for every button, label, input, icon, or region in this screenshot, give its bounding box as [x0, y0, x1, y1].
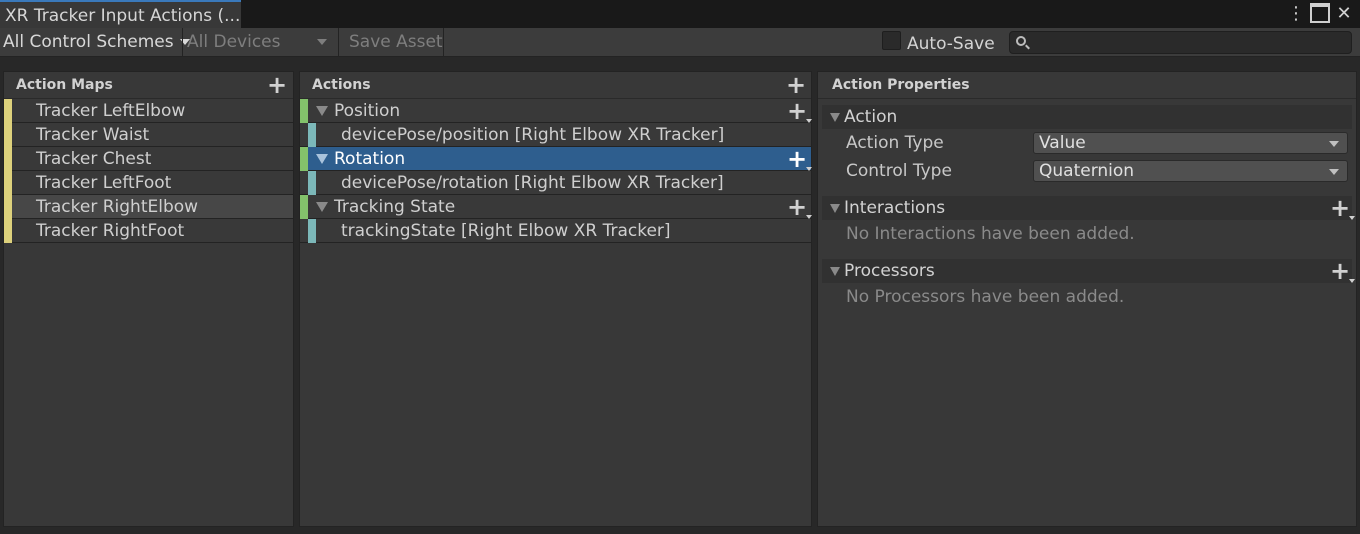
action-section-header[interactable]: Action	[822, 105, 1352, 129]
window-controls: ⋮ ✕	[1286, 3, 1354, 24]
action-map-item-selected[interactable]: Tracker RightElbow	[4, 195, 293, 219]
actions-tree: Position + devicePose/position [Right El…	[300, 99, 813, 243]
chevron-down-icon	[1329, 141, 1339, 147]
control-type-row: Control Type Quaternion	[818, 157, 1356, 185]
action-item[interactable]: Position +	[300, 99, 813, 123]
interactions-section-header[interactable]: Interactions +	[822, 196, 1356, 220]
more-vert-icon[interactable]: ⋮	[1286, 3, 1306, 24]
auto-save-label: Auto-Save	[907, 34, 995, 54]
chevron-down-icon	[1329, 169, 1339, 175]
action-maps-list: Tracker LeftElbow Tracker Waist Tracker …	[4, 99, 293, 243]
action-map-item[interactable]: Tracker LeftElbow	[4, 99, 293, 123]
processors-section-header[interactable]: Processors +	[822, 259, 1356, 283]
expand-triangle-icon[interactable]	[316, 153, 328, 164]
actions-title: Actions	[312, 77, 371, 93]
action-type-row: Action Type Value	[818, 129, 1356, 157]
toolbar: All Control Schemes All Devices Save Ass…	[0, 28, 1360, 57]
action-item-selected[interactable]: Rotation +	[300, 147, 813, 171]
search-input[interactable]	[1009, 31, 1352, 54]
binding-item[interactable]: devicePose/rotation [Right Elbow XR Trac…	[300, 171, 811, 195]
action-properties-title: Action Properties	[832, 77, 970, 93]
action-maps-header: Action Maps +	[4, 72, 293, 99]
window-tab-bar: XR Tracker Input Actions (... ⋮ ✕	[0, 0, 1360, 28]
action-map-item[interactable]: Tracker Waist	[4, 123, 293, 147]
action-type-dropdown[interactable]: Value	[1033, 132, 1348, 154]
add-binding-button[interactable]: +	[787, 147, 813, 171]
add-action-map-button[interactable]: +	[267, 73, 287, 97]
action-map-item[interactable]: Tracker RightFoot	[4, 219, 293, 243]
action-maps-title: Action Maps	[16, 77, 113, 93]
maximize-icon[interactable]	[1310, 3, 1330, 23]
control-schemes-dropdown[interactable]: All Control Schemes	[3, 28, 190, 56]
processors-empty-message: No Processors have been added.	[846, 287, 1125, 307]
expand-triangle-icon[interactable]	[830, 266, 840, 276]
window-tab[interactable]: XR Tracker Input Actions (...	[0, 0, 241, 28]
devices-dropdown[interactable]: All Devices	[187, 28, 333, 56]
devices-label: All Devices	[187, 32, 281, 52]
expand-triangle-icon[interactable]	[316, 201, 328, 212]
chevron-down-icon	[317, 39, 327, 45]
action-map-item[interactable]: Tracker Chest	[4, 147, 293, 171]
interactions-empty-message: No Interactions have been added.	[846, 224, 1135, 244]
action-properties-header: Action Properties	[818, 72, 1356, 99]
search-icon	[1016, 36, 1026, 46]
action-type-label: Action Type	[846, 133, 944, 153]
save-asset-button[interactable]: Save Asset	[349, 28, 443, 56]
actions-panel: Actions + Position + devicePose/position…	[299, 71, 813, 527]
action-map-item[interactable]: Tracker LeftFoot	[4, 171, 293, 195]
add-binding-button[interactable]: +	[787, 99, 813, 123]
expand-triangle-icon[interactable]	[830, 112, 840, 122]
control-type-dropdown[interactable]: Quaternion	[1033, 160, 1348, 182]
add-action-button[interactable]: +	[786, 73, 806, 97]
action-maps-panel: Action Maps + Tracker LeftElbow Tracker …	[3, 71, 294, 527]
control-type-label: Control Type	[846, 161, 952, 181]
control-schemes-label: All Control Schemes	[3, 32, 174, 52]
expand-triangle-icon[interactable]	[316, 105, 328, 116]
action-item[interactable]: Tracking State +	[300, 195, 813, 219]
add-binding-button[interactable]: +	[787, 195, 813, 219]
add-interaction-button[interactable]: +	[1330, 196, 1356, 220]
auto-save-checkbox[interactable]	[882, 31, 901, 50]
expand-triangle-icon[interactable]	[830, 203, 840, 213]
action-properties-panel: Action Properties Action Action Type Val…	[817, 71, 1357, 527]
binding-item[interactable]: devicePose/position [Right Elbow XR Trac…	[300, 123, 811, 147]
close-icon[interactable]: ✕	[1334, 3, 1354, 24]
actions-header: Actions +	[300, 72, 811, 99]
add-processor-button[interactable]: +	[1330, 259, 1356, 283]
binding-item[interactable]: trackingState [Right Elbow XR Tracker]	[300, 219, 811, 243]
